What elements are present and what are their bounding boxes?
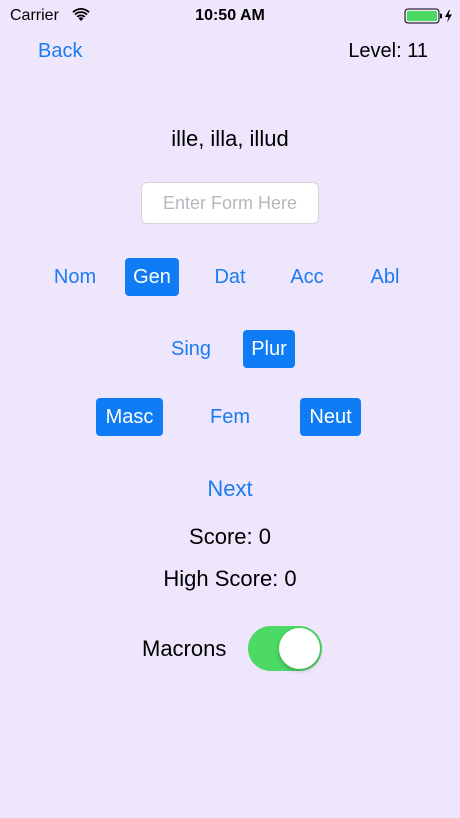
gender-neut-button[interactable]: Neut — [300, 398, 361, 436]
case-acc-button[interactable]: Acc — [278, 258, 336, 296]
clock: 10:50 AM — [195, 7, 265, 24]
status-bar: Carrier 10:50 AM — [0, 0, 460, 32]
case-dat-button[interactable]: Dat — [202, 258, 258, 296]
case-nom-button[interactable]: Nom — [43, 258, 107, 296]
form-input[interactable] — [141, 182, 319, 224]
score-label: Score: 0 — [189, 524, 271, 549]
macrons-label: Macrons — [142, 636, 227, 661]
back-button[interactable]: Back — [38, 40, 82, 63]
macrons-toggle[interactable] — [248, 626, 322, 671]
case-gen-button[interactable]: Gen — [125, 258, 179, 296]
gender-masc-button[interactable]: Masc — [96, 398, 163, 436]
toggle-knob — [279, 628, 320, 669]
next-button[interactable]: Next — [0, 476, 460, 502]
case-abl-button[interactable]: Abl — [358, 258, 412, 296]
level-label: Level: 11 — [348, 40, 428, 62]
gender-fem-button[interactable]: Fem — [200, 398, 260, 436]
high-score-label: High Score: 0 — [163, 566, 297, 591]
word-title: ille, illa, illud — [171, 126, 289, 151]
battery-icon — [404, 8, 452, 24]
number-sing-button[interactable]: Sing — [162, 330, 220, 368]
number-plur-button[interactable]: Plur — [243, 330, 295, 368]
